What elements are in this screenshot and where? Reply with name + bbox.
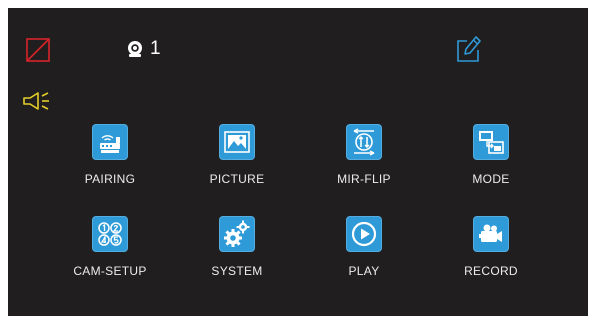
- menu-item-mode[interactable]: MODE: [428, 124, 554, 204]
- speaker-icon[interactable]: [22, 90, 54, 112]
- mode-icon: [479, 131, 504, 154]
- menu-label: RECORD: [464, 264, 518, 278]
- menu-label: PAIRING: [84, 172, 136, 186]
- monitor-screen: 1 PAIRING PICTURE MIR-FLIP MODE CAM-SETU…: [8, 8, 588, 316]
- mode-tile: [473, 124, 509, 160]
- mir-flip-tile: [346, 124, 382, 160]
- system-gear-icon: [224, 220, 250, 247]
- menu-label: PLAY: [348, 264, 380, 278]
- menu-item-mir-flip[interactable]: MIR-FLIP: [301, 124, 427, 204]
- camera-number: 1: [150, 38, 161, 59]
- pairing-icon: [100, 135, 120, 153]
- edit-icon[interactable]: [456, 35, 482, 63]
- system-tile: [219, 216, 255, 252]
- menu-item-picture[interactable]: PICTURE: [174, 124, 300, 204]
- picture-tile: [219, 124, 255, 160]
- record-camera-icon: [479, 224, 502, 242]
- menu-label: MIR-FLIP: [337, 172, 391, 186]
- picture-icon: [224, 131, 250, 153]
- camera-dot-icon: [128, 41, 142, 57]
- cam-setup-icon: [98, 222, 122, 246]
- menu-item-record[interactable]: RECORD: [428, 216, 554, 296]
- menu-label: SYSTEM: [211, 264, 263, 278]
- menu-item-system[interactable]: SYSTEM: [174, 216, 300, 296]
- record-tile: [473, 216, 509, 252]
- menu-label: MODE: [472, 172, 510, 186]
- cam-setup-tile: [92, 216, 128, 252]
- menu-item-play[interactable]: PLAY: [301, 216, 427, 296]
- menu-label: PICTURE: [209, 172, 265, 186]
- play-icon: [351, 221, 377, 247]
- menu-item-pairing[interactable]: PAIRING: [47, 124, 173, 204]
- no-signal-icon: [26, 38, 50, 62]
- pairing-tile: [92, 124, 128, 160]
- menu-item-cam-setup[interactable]: CAM-SETUP: [47, 216, 173, 296]
- mirror-flip-icon: [353, 128, 375, 156]
- camera-indicator: 1: [126, 37, 161, 61]
- menu-label: CAM-SETUP: [73, 264, 147, 278]
- play-tile: [346, 216, 382, 252]
